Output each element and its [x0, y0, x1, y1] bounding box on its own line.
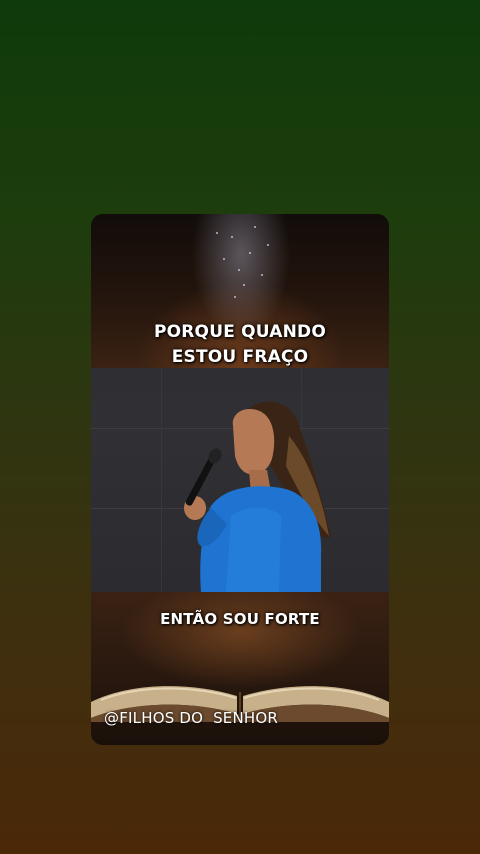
bible-footer-panel: ENTÃO SOU FORTE @FILHOS DO SENHOR	[91, 592, 389, 745]
caption-bottom: ENTÃO SOU FORTE	[160, 610, 320, 628]
sparkle	[238, 269, 240, 271]
video-frame[interactable]	[91, 368, 389, 592]
preacher-figure	[184, 401, 331, 592]
sparkle	[234, 296, 236, 298]
watermark-handle: @FILHOS DO SENHOR	[104, 709, 279, 727]
starry-header-panel: PORQUE QUANDO ESTOU FRAÇO	[91, 214, 389, 368]
caption-top-line2: ESTOU FRAÇO	[171, 347, 309, 367]
sparkle	[223, 258, 225, 260]
sparkle	[249, 252, 251, 254]
sparkle	[231, 236, 233, 238]
caption-top: PORQUE QUANDO ESTOU FRAÇO	[91, 320, 389, 370]
sparkle	[243, 284, 245, 286]
wall-panel-line	[161, 368, 162, 592]
sparkle	[216, 232, 218, 234]
caption-top-line1: PORQUE QUANDO	[153, 322, 327, 342]
video-card[interactable]: PORQUE QUANDO ESTOU FRAÇO ENTÃO SOU FORT…	[91, 214, 389, 745]
sparkle	[261, 274, 263, 276]
sparkle	[267, 244, 269, 246]
sparkle	[254, 226, 256, 228]
